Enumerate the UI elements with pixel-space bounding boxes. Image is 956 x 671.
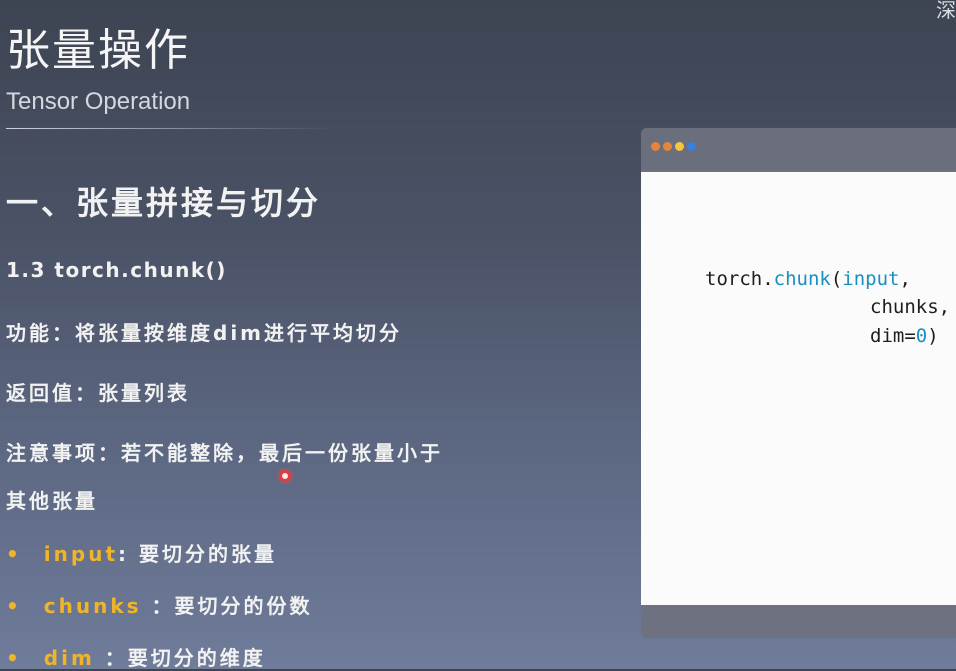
section-heading: 一、张量拼接与切分	[6, 184, 322, 222]
bullet-icon: •	[6, 594, 22, 618]
function-description: 功能：将张量按维度dim进行平均切分	[6, 321, 403, 345]
param-name: input	[43, 542, 119, 566]
code-text: ,	[899, 268, 911, 290]
code-line-2: chunks,	[870, 296, 951, 318]
param-item-dim: • dim ：要切分的维度	[6, 642, 266, 671]
param-name: dim	[43, 646, 95, 670]
code-text: torch.	[705, 268, 774, 290]
window-dot-icon	[675, 142, 684, 151]
code-argument: input	[842, 268, 900, 290]
param-item-input: • input: 要切分的张量	[6, 538, 277, 567]
param-name: chunks	[43, 594, 142, 618]
function-heading: 1.3 torch.chunk()	[6, 258, 227, 282]
code-window: torch.chunk(input, chunks, dim=0)	[641, 128, 956, 638]
code-number: 0	[915, 325, 928, 347]
param-desc: ：要切分的维度	[94, 646, 266, 670]
pointer-cursor-icon	[279, 470, 291, 482]
param-desc: : 要切分的张量	[118, 542, 277, 566]
code-line-1: torch.chunk(input,	[705, 268, 911, 290]
note-line-1: 注意事项：若不能整除，最后一份张量小于	[6, 441, 443, 465]
return-description: 返回值：张量列表	[6, 381, 190, 405]
param-desc: ：要切分的份数	[141, 594, 313, 618]
code-function-name: chunk	[773, 268, 831, 290]
code-text: (	[830, 268, 843, 290]
title-divider	[6, 128, 336, 129]
corner-text: 深	[936, 0, 956, 22]
code-line-3: dim=0)	[870, 325, 939, 347]
note-line-2: 其他张量	[6, 489, 98, 513]
code-text: )	[927, 325, 939, 347]
code-text: dim=	[870, 325, 916, 347]
bullet-icon: •	[6, 542, 22, 566]
page-subtitle: Tensor Operation	[6, 88, 191, 115]
window-dot-icon	[687, 142, 696, 151]
bullet-icon: •	[6, 646, 22, 670]
page-title: 张量操作	[6, 25, 190, 76]
window-titlebar	[641, 128, 956, 170]
window-dot-icon	[651, 142, 660, 151]
window-dot-icon	[663, 142, 672, 151]
code-panel: torch.chunk(input, chunks, dim=0)	[641, 172, 956, 605]
param-item-chunks: • chunks ：要切分的份数	[6, 590, 313, 619]
